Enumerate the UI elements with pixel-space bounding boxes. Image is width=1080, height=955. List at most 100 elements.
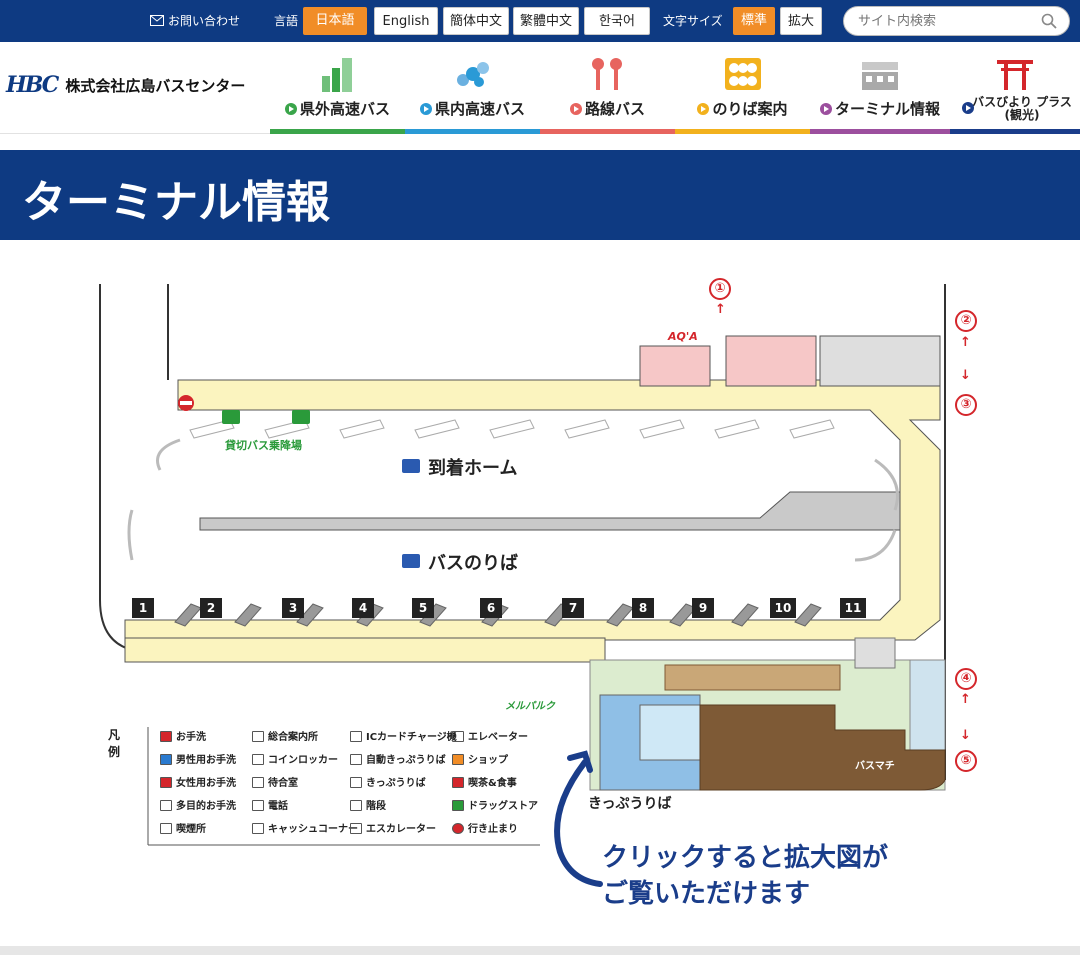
gate-2: 2 [200,598,222,618]
font-size-standard-button[interactable]: 標準 [733,7,775,35]
gate-7: 7 [562,598,584,618]
arrow-dot-icon [284,103,297,115]
mens-restroom-icon [160,754,172,765]
gate-10: 10 [770,598,796,618]
language-label: 言語 [274,14,299,28]
gate-4: 4 [352,598,374,618]
legend-item: 男性用お手洗 [160,751,236,766]
city-cluster-icon [456,62,489,87]
legend-item: 多目的お手洗 [160,797,236,812]
nav-out-of-prefecture-express[interactable]: 県外高速バス [270,42,405,134]
nav-local-bus[interactable]: 路線バス [540,42,675,134]
contact-link[interactable]: お問い合わせ [150,0,240,42]
information-icon [252,731,264,742]
gate-1: 1 [132,598,154,618]
enlarge-note: クリックすると拡大図が ご覧いただけます [602,840,888,912]
gate-6: 6 [480,598,502,618]
ticket-machine-icon [350,754,362,765]
lang-english-button[interactable]: English [374,7,438,35]
shop-icon [452,754,464,765]
font-size-label: 文字サイズ [663,14,723,28]
contact-label: お問い合わせ [168,14,241,28]
legend-item: 待合室 [252,774,298,789]
gate-11: 11 [840,598,866,618]
terminal-map[interactable]: ① ↑ ② ↑ ↓ ③ ④ ↑ ↓ ⑤ AQ'A 貸切バス乗降場 到着ホーム バ… [0,240,1080,946]
arrow-dot-icon [569,103,582,115]
telephone-icon [252,800,264,811]
font-size-large-button[interactable]: 拡大 [780,7,822,35]
terminal-building-icon [862,62,898,90]
lang-traditional-chinese-button[interactable]: 繁體中文 [513,7,579,35]
womens-restroom-icon [160,777,172,788]
legend-item: 喫煙所 [160,820,206,835]
search-input[interactable] [858,7,1048,35]
torii-gate-icon [997,60,1033,90]
lang-korean-button[interactable]: 한국어 [584,7,650,35]
terminal-map-drawing [99,284,946,887]
charter-bus-icon [222,410,240,424]
coin-locker-icon [252,754,264,765]
gate-5: 5 [412,598,434,618]
top-utility-bar: お問い合わせ 言語 日本語 English 簡体中文 繁體中文 한국어 文字サイ… [0,0,1080,42]
legend-item: お手洗 [160,728,206,743]
mail-icon [150,15,164,26]
page-title-bar: ターミナル情報 [0,150,1080,240]
nav-terminal-info[interactable]: ターミナル情報 [810,42,950,134]
site-logo[interactable]: HBC 株式会社広島バスセンター [6,72,245,98]
atm-icon [252,823,264,834]
accessible-restroom-icon [160,800,172,811]
legend-item: 行き止まり [452,820,518,835]
nav-sightseeing[interactable]: バスびより プラス(観光) [950,42,1080,134]
site-search [843,6,1070,36]
departure-hall-label: バスのりば [428,553,518,574]
legend-item: きっぷうりば [350,774,426,789]
platform-board-icon [724,58,761,90]
nav-label: 県内高速バス [434,100,525,118]
nav-label: 県外高速バス [299,100,390,118]
elevator-icon [452,731,464,742]
legend-item: 女性用お手洗 [160,774,236,789]
arrow-dot-icon [697,103,710,115]
legend-item: ショップ [452,751,508,766]
site-header: HBC 株式会社広島バスセンター 県外高速バス 県内高速バス 路線バス のりば案… [0,42,1080,134]
logo-mark: HBC [6,72,59,98]
bus-icon [402,554,420,568]
footer-strip [0,946,1080,955]
search-icon[interactable] [1041,13,1057,29]
gate-3: 3 [282,598,304,618]
escalator-icon [350,823,362,834]
nav-label: ターミナル情報 [834,100,940,118]
lang-simplified-chinese-button[interactable]: 簡体中文 [443,7,509,35]
cafe-restaurant-icon [452,777,464,788]
restroom-icon [160,731,172,742]
mall-label: メルパルク [505,701,555,712]
exit-5-arrow-icon: ↓ [960,728,971,743]
bus-icon [402,459,420,473]
waiting-room-icon [252,777,264,788]
nav-label: バスびより プラス(観光) [972,95,1072,122]
exit-2-arrow-icon: ↑ [960,335,971,350]
arrow-dot-icon [962,102,974,114]
ticket-office-label: きっぷうりば [588,796,672,812]
drugstore-icon [452,800,464,811]
legend-item: 電話 [252,797,288,812]
legend-item: 喫茶&食事 [452,774,517,789]
exit-1-arrow-icon: ↑ [715,302,726,317]
legend-title: 凡例 [108,728,121,759]
aqua-label: AQ'A [668,330,698,343]
arrow-dot-icon [819,103,832,115]
nav-in-prefecture-express[interactable]: 県内高速バス [405,42,540,134]
stairs-icon [350,800,362,811]
legend-item: ドラッグストア [452,797,538,812]
legend-item: キャッシュコーナー [252,820,358,835]
legend-item: ICカードチャージ機 [350,728,457,743]
legend-item: コインロッカー [252,751,338,766]
exit-2-marker: ② [955,310,977,332]
nav-platform-guide[interactable]: のりば案内 [675,42,810,134]
legend-item: 自動きっぷうりば [350,751,446,766]
enlarge-note-line1: クリックすると拡大図が [602,843,889,873]
lang-japanese-button[interactable]: 日本語 [303,7,367,35]
dead-end-icon [452,823,464,834]
gate-8: 8 [632,598,654,618]
nav-label: 路線バス [584,100,645,118]
